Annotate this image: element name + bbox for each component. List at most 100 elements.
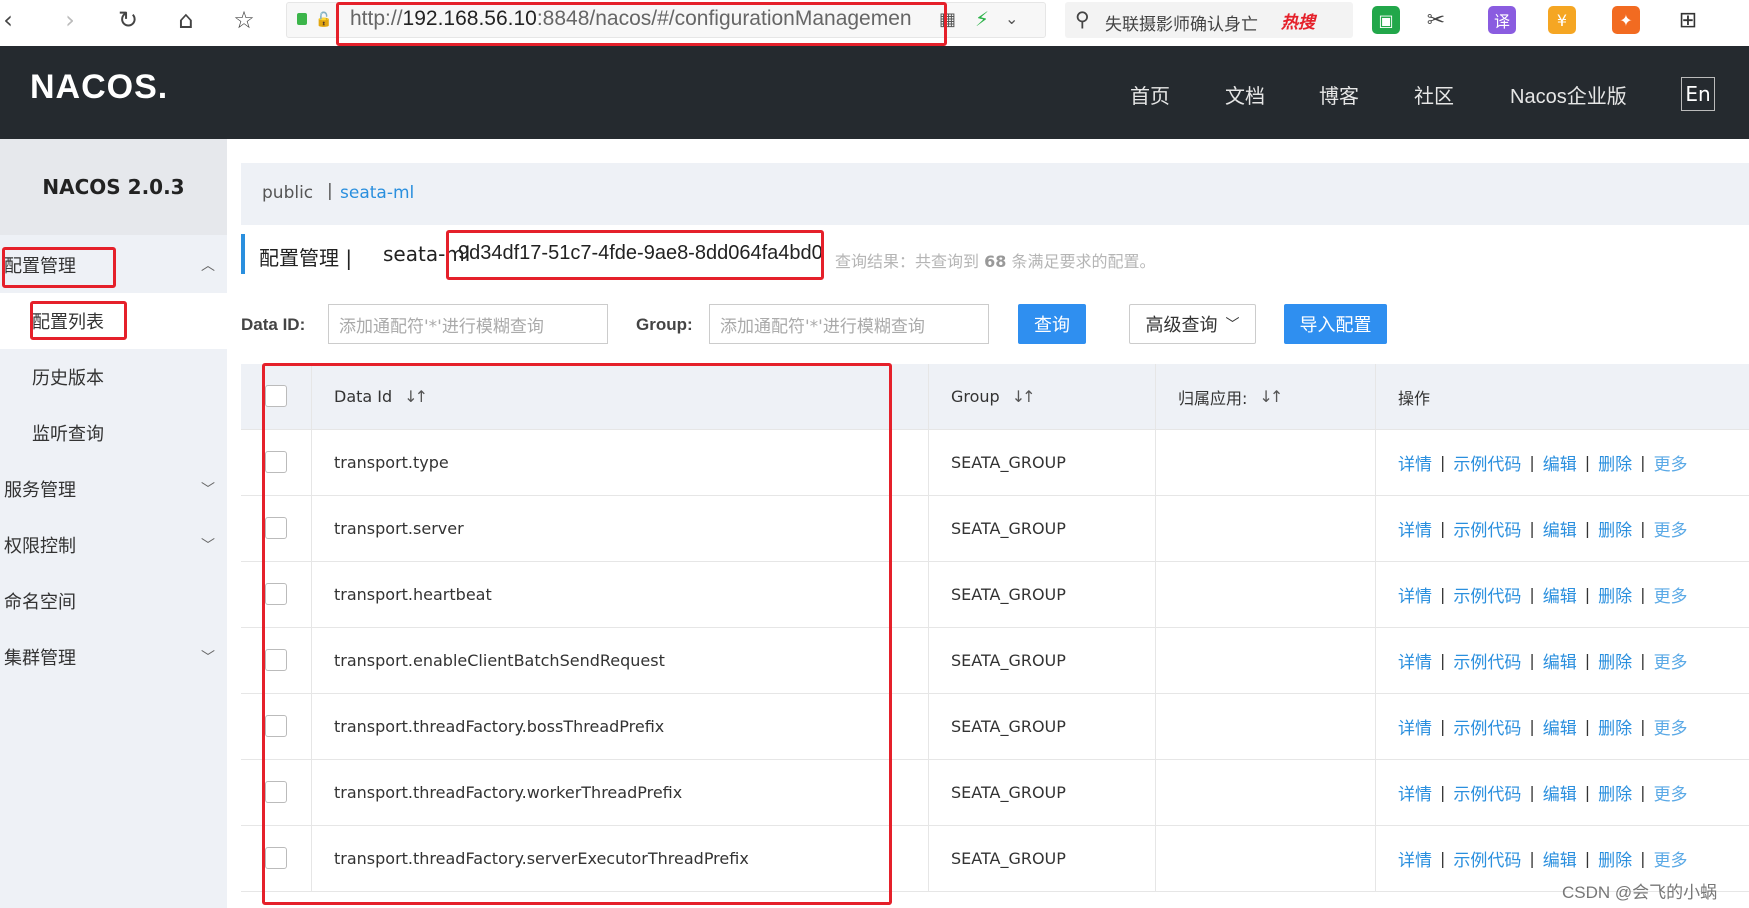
query-result-summary: 查询结果：共查询到 68 条满足要求的配置。 xyxy=(835,252,1156,271)
shield-ext-icon[interactable]: ¥ xyxy=(1548,6,1576,34)
header-group[interactable]: Group ↓↑ xyxy=(951,364,1036,429)
reload-icon[interactable]: ↻ xyxy=(112,4,144,36)
delete-link[interactable]: 删除 xyxy=(1598,516,1632,541)
dataid-label: Data ID: xyxy=(241,315,306,334)
delete-link[interactable]: 删除 xyxy=(1598,714,1632,739)
action-separator: | xyxy=(1529,651,1535,670)
action-separator: | xyxy=(1640,585,1646,604)
sidebar-item-access-control[interactable]: 权限控制 ﹀ xyxy=(0,517,227,573)
query-button[interactable]: 查询 xyxy=(1018,304,1086,344)
edit-link[interactable]: 编辑 xyxy=(1543,648,1577,673)
search-suggestion[interactable]: 失联摄影师确认身亡 xyxy=(1105,10,1258,35)
more-link[interactable]: 更多 xyxy=(1654,648,1688,673)
detail-link[interactable]: 详情 xyxy=(1398,450,1432,475)
nav-enterprise[interactable]: Nacos企业版 xyxy=(1510,80,1627,109)
more-link[interactable]: 更多 xyxy=(1654,450,1688,475)
sort-icon[interactable]: ↓↑ xyxy=(1259,387,1283,406)
detail-link[interactable]: 详情 xyxy=(1398,846,1432,871)
delete-link[interactable]: 删除 xyxy=(1598,582,1632,607)
detail-link[interactable]: 详情 xyxy=(1398,648,1432,673)
sidebar-item-listener-query[interactable]: 监听查询 xyxy=(0,405,227,461)
page-title-label: 配置管理 | xyxy=(259,246,353,270)
edit-link[interactable]: 编辑 xyxy=(1543,714,1577,739)
apps-grid-icon[interactable]: ⊞ xyxy=(1674,6,1702,34)
edit-link[interactable]: 编辑 xyxy=(1543,450,1577,475)
sample-code-link[interactable]: 示例代码 xyxy=(1453,714,1521,739)
speed-icon[interactable]: ⚡ xyxy=(975,7,989,31)
dataid-search-input[interactable]: 添加通配符'*'进行模糊查询 xyxy=(328,304,608,344)
detail-link[interactable]: 详情 xyxy=(1398,582,1432,607)
chevron-down-icon[interactable]: ⌄ xyxy=(1005,9,1018,28)
action-separator: | xyxy=(1440,585,1446,604)
nav-home[interactable]: 首页 xyxy=(1130,80,1170,109)
translate-icon[interactable]: 译 xyxy=(1488,6,1516,34)
chevron-down-icon: ﹀ xyxy=(1225,317,1240,333)
sample-code-link[interactable]: 示例代码 xyxy=(1453,450,1521,475)
more-link[interactable]: 更多 xyxy=(1654,582,1688,607)
namespace-public[interactable]: public xyxy=(262,183,313,203)
more-link[interactable]: 更多 xyxy=(1654,780,1688,805)
edit-link[interactable]: 编辑 xyxy=(1543,516,1577,541)
scissors-icon[interactable]: ✂ xyxy=(1422,6,1450,34)
import-config-button[interactable]: 导入配置 xyxy=(1284,304,1387,344)
sample-code-link[interactable]: 示例代码 xyxy=(1453,780,1521,805)
sidebar-item-label: 命名空间 xyxy=(4,592,76,613)
action-separator: | xyxy=(1529,519,1535,538)
action-separator: | xyxy=(1529,585,1535,604)
sample-code-link[interactable]: 示例代码 xyxy=(1453,846,1521,871)
annotation-box-config-management xyxy=(2,247,116,288)
action-separator: | xyxy=(1640,519,1646,538)
detail-link[interactable]: 详情 xyxy=(1398,516,1432,541)
edit-link[interactable]: 编辑 xyxy=(1543,780,1577,805)
browser-search-box[interactable]: ⚲ 失联摄影师确认身亡 热搜 xyxy=(1065,2,1353,38)
nav-blog[interactable]: 博客 xyxy=(1319,80,1359,109)
action-separator: | xyxy=(1640,651,1646,670)
edit-link[interactable]: 编辑 xyxy=(1543,846,1577,871)
namespace-seata-ml[interactable]: seata-ml xyxy=(340,183,414,203)
sample-code-link[interactable]: 示例代码 xyxy=(1453,648,1521,673)
actions-cell: 详情 | 示例代码 | 编辑 | 删除 | 更多 xyxy=(1398,430,1688,495)
action-separator: | xyxy=(1440,783,1446,802)
advanced-query-button[interactable]: 高级查询 ﹀ xyxy=(1129,304,1256,344)
more-link[interactable]: 更多 xyxy=(1654,516,1688,541)
more-link[interactable]: 更多 xyxy=(1654,846,1688,871)
more-link[interactable]: 更多 xyxy=(1654,714,1688,739)
sidebar-item-service-management[interactable]: 服务管理 ﹀ xyxy=(0,461,227,517)
language-toggle[interactable]: En xyxy=(1681,77,1715,111)
action-separator: | xyxy=(1640,717,1646,736)
bookmark-star-icon[interactable]: ☆ xyxy=(228,4,260,36)
sidebar-item-history[interactable]: 历史版本 xyxy=(0,349,227,405)
detail-link[interactable]: 详情 xyxy=(1398,714,1432,739)
home-icon[interactable]: ⌂ xyxy=(170,4,202,36)
action-separator: | xyxy=(1529,453,1535,472)
sidebar-item-label: 服务管理 xyxy=(4,480,76,501)
sort-icon[interactable]: ↓↑ xyxy=(1012,387,1036,406)
action-separator: | xyxy=(1584,849,1591,868)
nacos-logo[interactable]: NACOS. xyxy=(30,68,168,107)
nav-community[interactable]: 社区 xyxy=(1414,80,1454,109)
lock-icon: 🔓 xyxy=(315,12,333,28)
sidebar-item-cluster-management[interactable]: 集群管理 ﹀ xyxy=(0,629,227,685)
actions-cell: 详情 | 示例代码 | 编辑 | 删除 | 更多 xyxy=(1398,694,1688,759)
action-separator: | xyxy=(1584,585,1591,604)
header-app[interactable]: 归属应用: ↓↑ xyxy=(1178,364,1283,429)
watermark: CSDN @会飞的小蜗 xyxy=(1562,883,1718,902)
back-icon[interactable]: ‹ xyxy=(0,4,24,36)
delete-link[interactable]: 删除 xyxy=(1598,648,1632,673)
delete-link[interactable]: 删除 xyxy=(1598,780,1632,805)
action-separator: | xyxy=(1440,651,1446,670)
forward-icon[interactable]: › xyxy=(54,4,86,36)
game-ext-icon[interactable]: ✦ xyxy=(1612,6,1640,34)
sidebar-item-namespace[interactable]: 命名空间 xyxy=(0,573,227,629)
sample-code-link[interactable]: 示例代码 xyxy=(1453,516,1521,541)
delete-link[interactable]: 删除 xyxy=(1598,846,1632,871)
delete-link[interactable]: 删除 xyxy=(1598,450,1632,475)
group-search-input[interactable]: 添加通配符'*'进行模糊查询 xyxy=(709,304,989,344)
search-icon: ⚲ xyxy=(1075,7,1090,31)
wechat-ext-icon[interactable]: ▣ xyxy=(1372,6,1400,34)
sample-code-link[interactable]: 示例代码 xyxy=(1453,582,1521,607)
nav-docs[interactable]: 文档 xyxy=(1225,80,1265,109)
edit-link[interactable]: 编辑 xyxy=(1543,582,1577,607)
hot-search-label[interactable]: 热搜 xyxy=(1281,8,1315,33)
detail-link[interactable]: 详情 xyxy=(1398,780,1432,805)
